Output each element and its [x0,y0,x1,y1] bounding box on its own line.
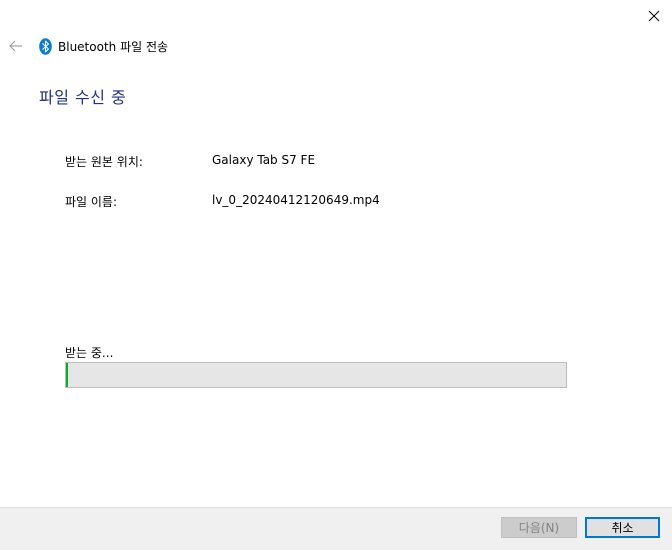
source-location-value: Galaxy Tab S7 FE [212,153,316,167]
progress-bar-fill [66,363,68,387]
next-button[interactable]: 다음(N) [501,517,577,538]
bluetooth-icon [38,37,52,55]
close-button[interactable] [642,4,666,28]
close-icon [648,7,660,26]
back-arrow-icon [9,37,23,56]
page-title: 파일 수신 중 [39,88,127,107]
window-header: Bluetooth 파일 전송 [8,36,168,56]
file-name-label: 파일 이름: [65,195,118,209]
cancel-button[interactable]: 취소 [585,517,660,538]
back-button[interactable] [8,38,24,54]
progress-status-label: 받는 중... [65,346,114,360]
footer-bar: 다음(N) 취소 [0,507,672,550]
file-name-value: lv_0_20240412120649.mp4 [212,193,380,207]
source-location-label: 받는 원본 위치: [65,155,143,169]
window-title: Bluetooth 파일 전송 [58,39,169,54]
bluetooth-transfer-window: Bluetooth 파일 전송 파일 수신 중 받는 원본 위치: Galaxy… [0,0,672,550]
progress-bar [65,362,567,388]
